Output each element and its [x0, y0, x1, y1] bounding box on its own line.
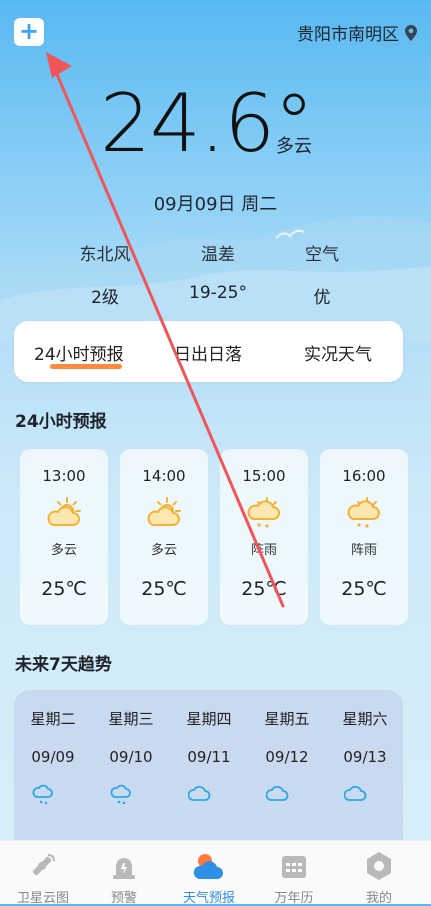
shower-icon	[347, 497, 380, 528]
tab-sunrise-sunset[interactable]: 日出日落	[174, 340, 242, 365]
wind-stat: 东北风 2级	[55, 240, 155, 308]
active-tab-indicator	[50, 364, 122, 369]
weekday-date: 09/11	[187, 748, 231, 766]
tab-live-weather[interactable]: 实况天气	[304, 340, 372, 365]
calendar-icon	[282, 856, 306, 878]
nav-alert[interactable]: 预警	[81, 841, 167, 906]
nav-calendar[interactable]: 万年历	[251, 841, 337, 906]
weekly-trend-panel: 星期二 星期三 星期四 星期五 星期六 09/09 09/10 09/11 09…	[14, 690, 403, 850]
weekly-section-title: 未来7天趋势	[15, 655, 112, 675]
nav-profile[interactable]: 我的	[336, 841, 422, 906]
shower-icon	[247, 497, 280, 528]
nav-label: 天气预报	[182, 891, 235, 906]
cloud-icon	[266, 785, 289, 801]
weekday-label: 星期六	[342, 710, 388, 728]
temp-range-value: 19-25°	[189, 283, 247, 303]
shower-icon	[110, 784, 131, 805]
nav-label: 预警	[110, 891, 137, 906]
air-quality-stat: 空气 优	[272, 240, 372, 308]
nav-forecast[interactable]: 天气预报	[166, 841, 252, 906]
hourly-temp: 25℃	[141, 578, 187, 600]
partly-cloudy-icon	[147, 497, 181, 526]
hourly-card[interactable]: 15:00 阵雨 25℃	[220, 449, 308, 625]
profile-icon	[367, 852, 391, 880]
weekday-date: 09/13	[343, 748, 387, 766]
cloud-icon	[344, 785, 367, 801]
location-selector[interactable]: 贵阳市南明区	[297, 20, 417, 45]
hourly-condition: 多云	[150, 543, 177, 558]
hourly-card[interactable]: 14:00 多云 25℃	[120, 449, 208, 625]
cloud-icon	[188, 785, 211, 801]
weekday-date: 09/12	[265, 748, 309, 766]
hourly-time: 14:00	[142, 467, 186, 485]
weekday-label: 星期五	[264, 710, 310, 728]
nav-label: 万年历	[274, 891, 314, 906]
air-quality-value: 优	[313, 288, 331, 308]
air-quality-label: 空气	[305, 245, 339, 265]
satellite-icon	[32, 854, 55, 876]
hourly-card[interactable]: 16:00 阵雨 25℃	[320, 449, 408, 625]
hourly-condition: 阵雨	[350, 543, 377, 558]
forecast-tab-bar: 24小时预报 日出日落 实况天气	[14, 321, 403, 382]
weekday-label: 星期二	[30, 710, 76, 728]
nav-satellite[interactable]: 卫星云图	[0, 841, 86, 906]
hourly-temp: 25℃	[341, 578, 387, 600]
hourly-condition: 阵雨	[250, 543, 277, 558]
hourly-condition: 多云	[50, 543, 77, 558]
shower-icon	[32, 784, 53, 805]
hourly-temp: 25℃	[241, 578, 287, 600]
hourly-card[interactable]: 13:00 多云 25℃	[20, 449, 108, 625]
temp-range-stat: 温差 19-25°	[168, 240, 268, 303]
location-label: 贵阳市南明区	[297, 25, 399, 45]
weekday-date: 09/09	[31, 748, 75, 766]
nav-label: 卫星云图	[16, 891, 69, 906]
weekday-label: 星期三	[108, 710, 154, 728]
current-condition: 多云	[276, 136, 312, 157]
current-date: 09月09日 周二	[153, 194, 278, 215]
add-city-button[interactable]: +	[14, 18, 44, 46]
bottom-navigation: 卫星云图 预警 天气预报 万年历 我的	[0, 840, 431, 906]
partly-cloudy-icon	[47, 497, 81, 526]
hourly-time: 13:00	[42, 467, 86, 485]
hourly-time: 15:00	[242, 467, 286, 485]
alarm-icon	[113, 858, 135, 879]
hourly-time: 16:00	[342, 467, 386, 485]
weekday-date: 09/10	[109, 748, 153, 766]
temp-range-label: 温差	[201, 245, 235, 265]
tab-24h-forecast[interactable]: 24小时预报	[34, 340, 124, 365]
nav-label: 我的	[365, 891, 392, 906]
weekday-label: 星期四	[186, 710, 232, 728]
wind-label: 东北风	[79, 245, 131, 265]
wind-value: 2级	[91, 288, 119, 308]
weather-cloud-icon	[193, 854, 223, 879]
hourly-temp: 25℃	[41, 578, 87, 600]
hourly-section-title: 24小时预报	[15, 412, 107, 432]
location-pin-icon	[405, 24, 417, 41]
